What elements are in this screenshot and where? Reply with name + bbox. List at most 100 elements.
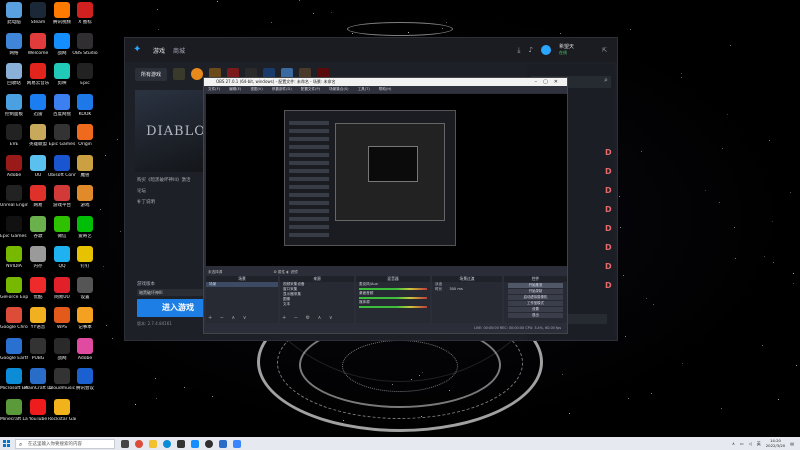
- app-icon: [54, 2, 70, 18]
- menu-profile[interactable]: 配置文件(P): [301, 86, 320, 93]
- properties-button[interactable]: 属性: [278, 270, 285, 274]
- desktop-icon[interactable]: 记事本: [71, 307, 99, 330]
- app-icon: [30, 154, 46, 171]
- app-taskbar-icon[interactable]: [233, 439, 241, 448]
- download-icon[interactable]: ⤓: [517, 46, 520, 55]
- star: [154, 377, 156, 379]
- clock-date: 2022/3/20: [765, 442, 786, 448]
- studio-mode-button[interactable]: 工作室模式: [508, 301, 563, 306]
- menu-help[interactable]: 帮助(H): [379, 86, 392, 93]
- mixer-channel-label: 媒体源: [359, 300, 370, 304]
- duration-input[interactable]: 300 ms: [449, 287, 462, 291]
- star: [623, 275, 625, 277]
- star: [796, 364, 798, 366]
- filter-icon[interactable]: ◐: [286, 270, 289, 274]
- store-icon[interactable]: [177, 439, 185, 448]
- obs-taskbar-icon[interactable]: [205, 439, 213, 448]
- desktop-icon[interactable]: X 图标: [71, 2, 99, 25]
- desktop-icon[interactable]: Origin: [71, 124, 99, 147]
- task-view-icon[interactable]: [121, 439, 129, 448]
- source-controls[interactable]: + − ⚙ ∧ ∨: [282, 315, 336, 321]
- star: [793, 283, 795, 285]
- network-icon[interactable]: ▭: [740, 441, 744, 446]
- friend-game-icon: D: [605, 148, 612, 157]
- tray-chevron-icon[interactable]: ∧: [732, 441, 735, 446]
- source-item[interactable]: 文本: [280, 302, 354, 307]
- chrome-icon[interactable]: [135, 439, 143, 448]
- search-placeholder: 在这里输入你要搜索的内容: [28, 441, 82, 447]
- start-button[interactable]: [0, 437, 13, 450]
- system-tray: ∧ ▭ ◁ 英 14:20 2022/3/20 ▤: [732, 438, 800, 448]
- menu-edit[interactable]: 编辑(E): [229, 86, 241, 93]
- app-icon: [6, 276, 22, 293]
- star: [331, 11, 333, 13]
- settings-button[interactable]: 设置: [508, 307, 563, 312]
- desktop-icon[interactable]: 游戏: [71, 185, 99, 208]
- menu-tools[interactable]: 工具(T): [358, 86, 370, 93]
- window-controls[interactable]: –▢✕: [535, 78, 564, 86]
- desktop-icon-label: 游戏: [80, 203, 90, 208]
- scene-item[interactable]: 场景: [206, 282, 278, 287]
- notification-bell-icon[interactable]: ♪: [528, 46, 532, 54]
- desktop-icon-label: 钉钉: [80, 264, 90, 269]
- tab-shop[interactable]: 商城: [173, 46, 185, 55]
- volume-icon[interactable]: ◁: [749, 441, 752, 446]
- desktop-icon[interactable]: Epic: [71, 63, 99, 86]
- desktop-icon[interactable]: 魔兽: [71, 154, 99, 178]
- scenes-dock: 场景 场景 + − ∧ ∨: [206, 276, 278, 323]
- scene-controls[interactable]: + − ∧ ∨: [208, 315, 249, 321]
- app-icon: [54, 185, 70, 201]
- input-language[interactable]: 英: [757, 441, 761, 447]
- app-icon: [54, 368, 70, 384]
- clock[interactable]: 14:20 2022/3/20: [765, 438, 786, 448]
- transitions-dock: 场景过渡 淡出 时长 300 ms: [432, 276, 502, 323]
- start-recording-button[interactable]: 开始录制: [508, 289, 563, 294]
- start-streaming-button[interactable]: 开始推流: [508, 283, 563, 288]
- desktop-icon[interactable]: 设置: [71, 276, 99, 300]
- desktop-icon[interactable]: KOOK: [71, 93, 99, 117]
- notification-icon[interactable]: ▤: [790, 441, 794, 446]
- app-icon: [6, 398, 22, 415]
- app-icon: [6, 32, 22, 49]
- gear-icon[interactable]: ⚙: [274, 270, 277, 274]
- friend-game-icon: D: [605, 167, 612, 176]
- tab-games[interactable]: 游戏: [153, 46, 165, 55]
- app-icon: [30, 185, 46, 201]
- desktop-icon[interactable]: OBS Studio: [71, 32, 99, 56]
- search-icon[interactable]: ⌕: [604, 76, 608, 85]
- menu-view[interactable]: 视图(V): [250, 86, 262, 93]
- battlenet-taskbar-icon[interactable]: [191, 439, 199, 448]
- external-link-icon[interactable]: ⇱: [602, 47, 607, 54]
- volume-meter[interactable]: [359, 297, 427, 299]
- wow-icon[interactable]: [173, 68, 186, 80]
- preview-nested-obs: [335, 123, 445, 221]
- menu-file[interactable]: 文件(F): [208, 86, 220, 93]
- game-version-select[interactable]: 暗黑破坏神III: [137, 289, 207, 296]
- menu-docks[interactable]: 停靠部件(D): [272, 86, 292, 93]
- battlenet-logo-icon[interactable]: ✦: [133, 45, 145, 55]
- file-explorer-icon[interactable]: [149, 439, 157, 448]
- star: [158, 29, 159, 31]
- desktop-icon[interactable]: 钉钉: [71, 246, 99, 269]
- sources-dock: 来源 视频采集设备 窗口采集 显示器采集 图像 文本 + − ⚙ ∧ ∨: [280, 276, 354, 323]
- app-icon: [30, 2, 46, 18]
- star: [792, 273, 794, 275]
- desktop-icon[interactable]: Adobe: [71, 337, 99, 361]
- obs-preview-canvas[interactable]: [206, 94, 567, 266]
- avatar[interactable]: [540, 45, 551, 55]
- edge-icon[interactable]: [163, 439, 171, 448]
- virtual-camera-button[interactable]: 启动虚拟摄像机: [508, 295, 563, 300]
- all-games-button[interactable]: 所有游戏: [135, 67, 168, 81]
- desktop-icon[interactable]: 腾讯会议: [71, 368, 99, 391]
- desktop-icon[interactable]: Rockstar Games: [48, 398, 76, 422]
- desktop-icon[interactable]: 爱奇艺: [71, 215, 99, 239]
- app-icon: [30, 124, 46, 140]
- taskbar-search-input[interactable]: ⌕ 在这里输入你要搜索的内容: [15, 438, 115, 449]
- menu-scene-collection[interactable]: 场景集合(S): [329, 86, 348, 93]
- exit-button[interactable]: 退出: [508, 313, 563, 318]
- volume-meter[interactable]: [359, 288, 427, 290]
- app-taskbar-icon[interactable]: [219, 439, 227, 448]
- overwatch-icon[interactable]: [191, 68, 204, 80]
- volume-meter[interactable]: [359, 306, 427, 308]
- filters-button[interactable]: 滤镜: [291, 270, 298, 274]
